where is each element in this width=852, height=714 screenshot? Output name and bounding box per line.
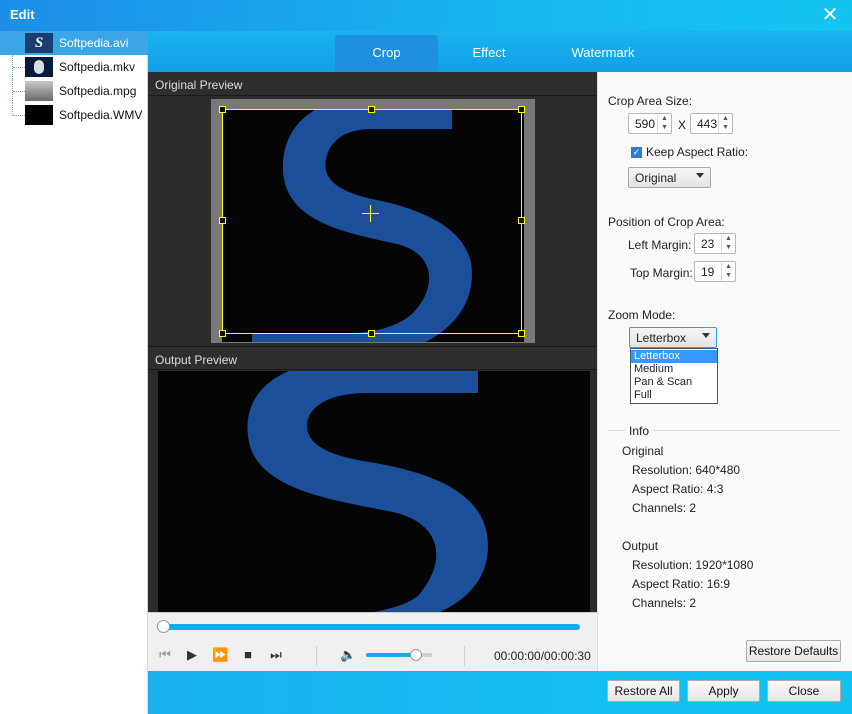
spin-arrows-icon[interactable]: ▲ ▼ bbox=[721, 262, 735, 281]
original-aspect-ratio: Aspect Ratio: 4:3 bbox=[632, 482, 724, 496]
output-channels: Channels: 2 bbox=[632, 596, 697, 610]
output-info-heading: Output bbox=[622, 539, 659, 553]
zoom-option-full[interactable]: Full bbox=[631, 389, 717, 402]
tab-watermark[interactable]: Watermark bbox=[553, 35, 653, 72]
spin-arrows-icon[interactable]: ▲ ▼ bbox=[657, 114, 671, 133]
zoom-mode-dropdown-list: Letterbox Medium Pan & Scan Full bbox=[630, 348, 718, 404]
softpedia-logo-output bbox=[247, 371, 488, 613]
file-name: Softpedia.avi bbox=[59, 36, 129, 50]
tab-bar: Crop Effect Watermark bbox=[148, 31, 852, 72]
crop-area-size-label: Crop Area Size: bbox=[608, 94, 693, 108]
file-name: Softpedia.mkv bbox=[59, 60, 136, 74]
volume-handle[interactable] bbox=[410, 649, 422, 661]
previous-icon[interactable]: ⏮ bbox=[157, 647, 173, 663]
seek-progress bbox=[158, 624, 580, 630]
file-name: Softpedia.WMV bbox=[59, 108, 143, 122]
crop-width-stepper[interactable]: 590 ▲ ▼ bbox=[628, 113, 672, 134]
volume-level bbox=[366, 653, 416, 657]
zoom-option-letterbox[interactable]: Letterbox bbox=[631, 350, 717, 363]
chevron-down-icon bbox=[702, 333, 710, 338]
crop-height-stepper[interactable]: 443 ▲ ▼ bbox=[690, 113, 733, 134]
close-window-icon[interactable]: ✕ bbox=[818, 2, 842, 28]
apply-button[interactable]: Apply bbox=[687, 680, 760, 702]
tab-crop[interactable]: Crop bbox=[335, 35, 438, 72]
info-heading: Info bbox=[625, 424, 654, 438]
top-margin-stepper[interactable]: 19 ▲ ▼ bbox=[694, 261, 736, 282]
restore-defaults-button[interactable]: Restore Defaults bbox=[746, 640, 841, 662]
crop-handle[interactable] bbox=[219, 217, 226, 224]
window-title: Edit bbox=[10, 7, 35, 22]
output-resolution: Resolution: 1920*1080 bbox=[632, 558, 754, 572]
chevron-down-icon bbox=[696, 173, 704, 178]
crop-handle[interactable] bbox=[368, 106, 375, 113]
tab-effect[interactable]: Effect bbox=[448, 35, 530, 72]
left-margin-stepper[interactable]: 23 ▲ ▼ bbox=[694, 233, 736, 254]
file-item-mpg[interactable]: Softpedia.mpg bbox=[0, 79, 148, 103]
original-resolution: Resolution: 640*480 bbox=[632, 463, 741, 477]
crop-handle[interactable] bbox=[368, 330, 375, 337]
output-video-frame bbox=[158, 371, 590, 613]
player-controls: ⏮ ▶ ⏩ ■ ⏭ 🔈 00:00:00/00:00:30 bbox=[148, 612, 597, 671]
crop-handle[interactable] bbox=[518, 217, 525, 224]
fast-forward-icon[interactable]: ⏩ bbox=[212, 647, 228, 663]
keep-aspect-checkbox[interactable]: ✓ bbox=[631, 147, 642, 158]
output-preview-label: Output Preview bbox=[148, 346, 597, 370]
spin-arrows-icon[interactable]: ▲ ▼ bbox=[718, 114, 732, 133]
crop-frame[interactable] bbox=[222, 109, 522, 334]
aspect-ratio-select[interactable]: Original bbox=[628, 167, 711, 188]
original-info-heading: Original bbox=[622, 444, 664, 458]
restore-all-button[interactable]: Restore All bbox=[607, 680, 680, 702]
zoom-option-pan-scan[interactable]: Pan & Scan bbox=[631, 376, 717, 389]
video-thumbnail: S bbox=[25, 33, 53, 53]
crop-handle[interactable] bbox=[518, 330, 525, 337]
original-channels: Channels: 2 bbox=[632, 501, 697, 515]
zoom-mode-label: Zoom Mode: bbox=[608, 308, 676, 322]
video-thumbnail bbox=[25, 81, 53, 101]
video-thumbnail bbox=[25, 57, 53, 77]
top-margin-label: Top Margin: bbox=[630, 266, 693, 280]
spin-arrows-icon[interactable]: ▲ ▼ bbox=[721, 234, 735, 253]
play-icon[interactable]: ▶ bbox=[184, 647, 200, 663]
seek-handle[interactable] bbox=[157, 620, 170, 633]
zoom-option-medium[interactable]: Medium bbox=[631, 363, 717, 376]
zoom-mode-select[interactable]: Letterbox bbox=[629, 327, 717, 348]
volume-icon[interactable]: 🔈 bbox=[340, 647, 356, 663]
close-button[interactable]: Close bbox=[767, 680, 841, 702]
original-preview-label: Original Preview bbox=[148, 72, 597, 96]
title-bar bbox=[0, 0, 852, 31]
left-margin-label: Left Margin: bbox=[628, 238, 692, 252]
file-item-avi[interactable]: S Softpedia.avi bbox=[0, 31, 148, 55]
crop-handle[interactable] bbox=[518, 106, 525, 113]
dimension-separator: X bbox=[678, 118, 687, 132]
time-readout: 00:00:00/00:00:30 bbox=[494, 649, 591, 663]
crop-handle[interactable] bbox=[219, 106, 226, 113]
video-thumbnail bbox=[25, 105, 53, 125]
stop-icon[interactable]: ■ bbox=[240, 647, 256, 663]
file-name: Softpedia.mpg bbox=[59, 84, 137, 98]
output-aspect-ratio: Aspect Ratio: 16:9 bbox=[632, 577, 731, 591]
preview-pane: Original Preview Output Preview bbox=[148, 72, 597, 671]
file-item-mkv[interactable]: Softpedia.mkv bbox=[0, 55, 148, 79]
next-icon[interactable]: ⏭ bbox=[268, 647, 284, 663]
file-item-wmv[interactable]: Softpedia.WMV bbox=[0, 103, 148, 127]
keep-aspect-label: Keep Aspect Ratio: bbox=[646, 145, 749, 159]
crop-handle[interactable] bbox=[219, 330, 226, 337]
file-list: S Softpedia.avi Softpedia.mkv Softpedia.… bbox=[0, 31, 148, 714]
crop-position-label: Position of Crop Area: bbox=[608, 215, 725, 229]
